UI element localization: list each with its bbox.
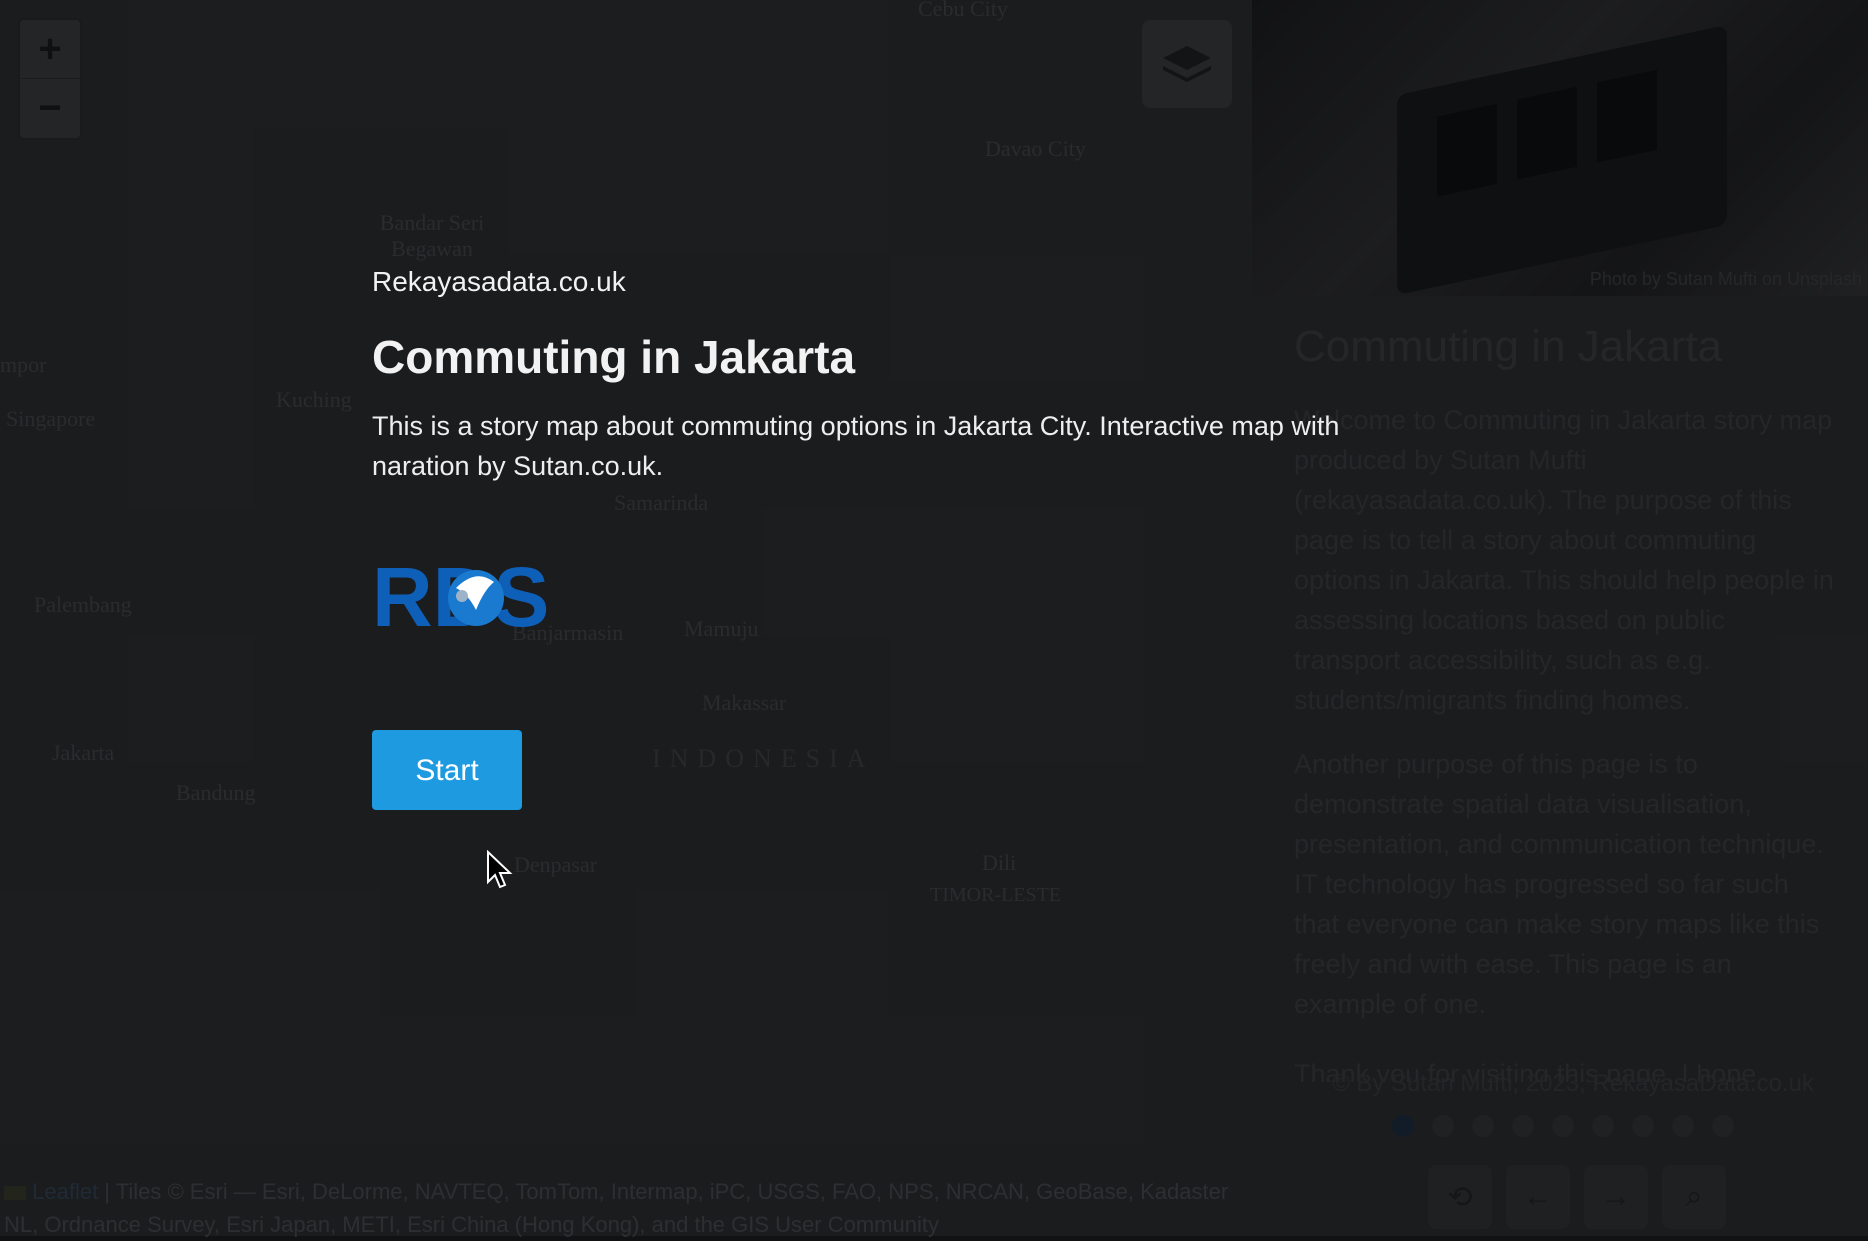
rds-logo: RDS [372,548,582,644]
splash-overlay: Rekayasadata.co.uk Commuting in Jakarta … [0,0,1868,1236]
start-button[interactable]: Start [372,730,522,810]
site-name: Rekayasadata.co.uk [372,266,626,297]
mouse-cursor-icon [487,850,513,889]
rds-logo-icon: RDS [372,550,549,644]
splash-dialog: Rekayasadata.co.uk Commuting in Jakarta … [372,266,1432,810]
splash-description: This is a story map about commuting opti… [372,411,1340,481]
splash-title: Commuting in Jakarta [372,331,856,383]
